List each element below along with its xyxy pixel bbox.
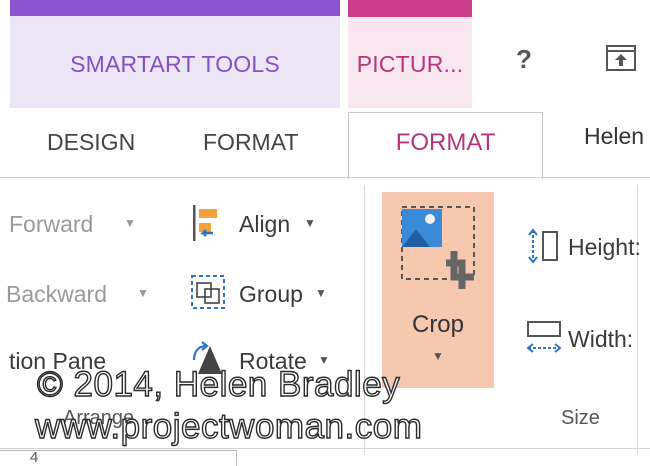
group-separator	[637, 185, 638, 455]
chevron-down-icon[interactable]: ▼	[304, 216, 316, 230]
chevron-down-icon[interactable]: ▼	[315, 286, 327, 300]
picture-tools-label: PICTUR...	[356, 51, 464, 77]
shape-height-icon	[528, 228, 558, 264]
crop-icon	[401, 206, 475, 289]
group-button[interactable]: Group	[239, 281, 303, 308]
group-objects-icon	[191, 275, 225, 309]
picture-tools-accent-bar	[348, 0, 472, 17]
website-watermark: www.projectwoman.com	[34, 406, 423, 446]
send-backward-button[interactable]: Backward	[6, 281, 107, 308]
size-group-label: Size	[561, 407, 600, 429]
help-button[interactable]: ?	[516, 44, 532, 75]
bring-forward-button[interactable]: Forward	[9, 211, 93, 238]
tab-smartart-format[interactable]: FORMAT	[203, 129, 298, 156]
chevron-down-icon[interactable]: ▼	[124, 216, 136, 230]
align-icon	[193, 205, 217, 241]
ruler-number: 4	[30, 449, 39, 466]
copyright-watermark: © 2014, Helen Bradley	[36, 364, 401, 404]
shape-width-icon	[526, 321, 562, 353]
width-label: Width:	[568, 326, 634, 352]
smartart-tools-accent-bar	[10, 0, 340, 16]
ribbon-bottom-border	[0, 448, 650, 449]
ribbon-top-border	[0, 177, 650, 178]
smartart-tools-label: SMARTART TOOLS	[70, 51, 280, 77]
tab-picture-format-label[interactable]: FORMAT	[348, 129, 543, 157]
tab-design[interactable]: DESIGN	[47, 129, 135, 156]
ribbon-display-options-icon[interactable]	[606, 45, 636, 71]
chevron-down-icon[interactable]: ▼	[137, 286, 149, 300]
height-label: Height:	[568, 234, 641, 260]
chevron-down-icon[interactable]: ▼	[382, 349, 494, 363]
align-button[interactable]: Align	[239, 211, 290, 238]
crop-label[interactable]: Crop	[382, 311, 494, 339]
user-name[interactable]: Helen	[584, 123, 644, 150]
